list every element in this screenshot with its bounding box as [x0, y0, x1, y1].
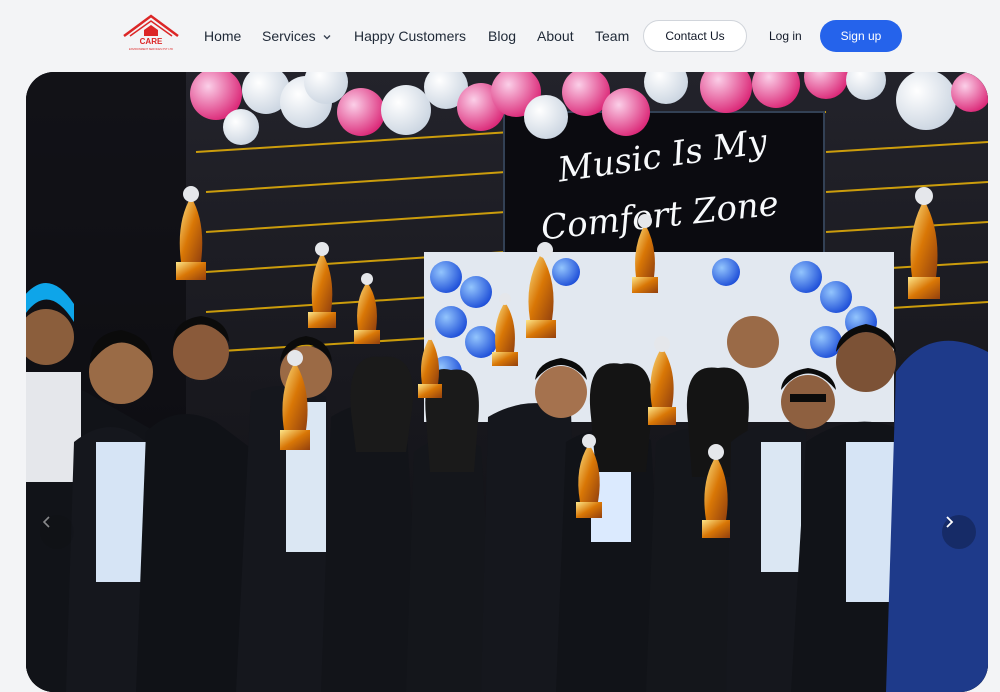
logo-text: CARE: [140, 37, 163, 46]
chevron-left-icon: [42, 516, 50, 528]
nav-blog-link[interactable]: Blog: [488, 28, 516, 44]
login-button[interactable]: Log in: [769, 29, 802, 43]
contact-us-button[interactable]: Contact Us: [643, 20, 747, 52]
nav-about-link[interactable]: About: [537, 28, 574, 44]
nav-happy-customers-link[interactable]: Happy Customers: [354, 28, 466, 44]
chevron-down-icon: [323, 35, 331, 40]
company-logo[interactable]: CARE ENVIRONMENT SERVICES PVT LTD: [120, 12, 182, 52]
team-trophy-photo: Music Is My Comfort Zone: [26, 72, 988, 692]
carousel-next-button[interactable]: [942, 515, 976, 549]
nav-home-link[interactable]: Home: [204, 28, 241, 44]
carousel-prev-button[interactable]: [40, 515, 74, 549]
nav-services-link[interactable]: Services: [262, 28, 332, 44]
signup-button[interactable]: Sign up: [820, 20, 902, 52]
nav-team-link[interactable]: Team: [595, 28, 629, 44]
logo-subtext: ENVIRONMENT SERVICES PVT LTD: [129, 47, 173, 51]
nav-services-label: Services: [262, 28, 316, 44]
chevron-right-icon: [946, 516, 954, 528]
hero-image-carousel: Music Is My Comfort Zone: [26, 72, 988, 692]
top-navigation: CARE ENVIRONMENT SERVICES PVT LTD Home S…: [0, 0, 1000, 60]
house-roof-icon: CARE ENVIRONMENT SERVICES PVT LTD: [123, 14, 179, 51]
